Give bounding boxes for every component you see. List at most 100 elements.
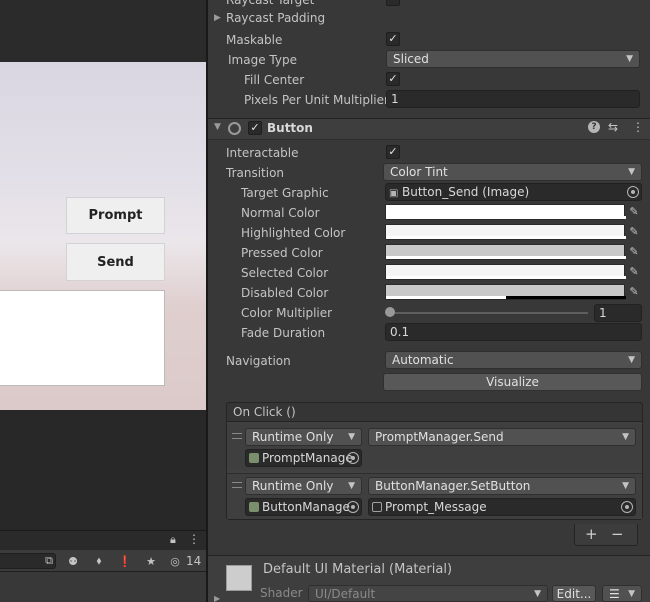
disabled-color-swatch[interactable] [385, 284, 626, 300]
event-target-field[interactable]: ButtonManage [245, 498, 362, 516]
object-picker-icon[interactable] [621, 501, 633, 513]
fade-duration-field[interactable]: 0.1 [385, 323, 642, 341]
prompt-button[interactable]: Prompt [66, 197, 165, 234]
event-mode-dropdown[interactable]: Runtime Only ▼ [245, 428, 362, 446]
selected-color-swatch[interactable] [385, 264, 626, 280]
event-mode-dropdown[interactable]: Runtime Only ▼ [245, 477, 362, 495]
normal-color-swatch[interactable] [385, 204, 626, 220]
eyedropper-icon[interactable]: ✎ [626, 224, 642, 240]
drag-handle-icon[interactable] [232, 482, 242, 488]
transition-dropdown[interactable]: Color Tint ▼ [383, 163, 642, 181]
color-multiplier-slider-thumb[interactable] [385, 307, 395, 317]
interactable-checkbox[interactable]: ✓ [386, 145, 400, 159]
shader-label: Shader [260, 586, 303, 600]
target-graphic-field[interactable]: ▣ Button_Send (Image) [385, 183, 642, 201]
edit-shader-button[interactable]: Edit... [552, 585, 596, 602]
normal-color-label: Normal Color [241, 206, 320, 220]
event-function-value: ButtonManager.SetButton [375, 479, 531, 493]
button-component-icon [228, 122, 241, 135]
scene-background-top [0, 0, 206, 62]
expand-arrow-icon[interactable]: ▶ [214, 10, 221, 26]
visualize-button[interactable]: Visualize [383, 373, 642, 391]
message-text-area[interactable] [0, 290, 165, 386]
hierarchy-icon[interactable]: ⚉ [64, 553, 82, 569]
raycast-padding-label[interactable]: Raycast Padding [226, 10, 325, 26]
object-picker-icon[interactable] [347, 501, 359, 513]
hidden-count: 14 [186, 554, 202, 568]
image-icon: ▣ [389, 188, 399, 199]
dropdown-arrow-icon: ▼ [348, 432, 355, 442]
send-button[interactable]: Send [66, 243, 165, 281]
component-title: Button [267, 121, 313, 135]
inspector-panel: Raycast Target ▶ Raycast Padding Maskabl… [208, 0, 650, 602]
component-menu-icon[interactable]: ⋮ [632, 120, 644, 134]
event-target-value: ButtonManage [262, 500, 350, 514]
dropdown-arrow-icon: ▼ [628, 355, 635, 365]
star-icon[interactable]: ★ [142, 553, 160, 569]
add-event-button[interactable]: + [585, 525, 598, 543]
alpha-bar [386, 236, 626, 239]
raycast-target-label: Raycast Target [226, 0, 315, 7]
eyedropper-icon[interactable]: ✎ [626, 264, 642, 280]
material-header[interactable]: ▶ Default UI Material (Material) Shader … [208, 555, 650, 602]
material-preview-thumbnail [226, 565, 252, 591]
lock-icon[interactable]: 🔒︎ [170, 533, 176, 547]
raycast-target-checkbox[interactable] [386, 0, 400, 6]
pressed-color-label: Pressed Color [241, 246, 323, 260]
preset-icon[interactable]: ⇆ [608, 120, 618, 134]
more-options-icon[interactable]: ⋮ [188, 532, 200, 546]
button-enabled-checkbox[interactable]: ✓ [248, 121, 262, 135]
highlighted-color-label: Highlighted Color [241, 226, 346, 240]
shader-dropdown[interactable]: UI/Default ▼ [308, 585, 548, 602]
dropdown-arrow-icon: ▼ [628, 167, 635, 177]
dropdown-arrow-icon: ▼ [628, 589, 635, 599]
highlighted-color-swatch[interactable] [385, 224, 626, 240]
fill-center-label: Fill Center [244, 73, 305, 87]
collapse-arrow-icon[interactable]: ▼ [214, 122, 221, 132]
ppu-multiplier-field[interactable]: 1 [386, 90, 640, 108]
target-graphic-value: Button_Send (Image) [402, 185, 530, 199]
eyedropper-icon[interactable]: ✎ [626, 284, 642, 300]
object-picker-icon[interactable] [347, 452, 359, 464]
expand-arrow-icon[interactable]: ▶ [214, 594, 220, 602]
event-argument-field[interactable]: Prompt_Message [368, 498, 636, 516]
on-click-header: On Click () [226, 402, 643, 422]
dropdown-arrow-icon: ▼ [626, 54, 633, 64]
shader-value: UI/Default [315, 587, 376, 601]
remove-event-button[interactable]: − [611, 525, 624, 543]
color-multiplier-field[interactable]: 1 [594, 304, 642, 322]
image-type-label: Image Type [228, 53, 297, 67]
event-function-dropdown[interactable]: PromptManager.Send ▼ [368, 428, 636, 446]
error-icon[interactable]: ❗ [116, 553, 134, 569]
hidden-eye-icon[interactable]: ◎ [166, 553, 184, 569]
help-icon[interactable]: ? [588, 121, 600, 133]
object-picker-icon[interactable] [627, 186, 639, 198]
eyedropper-icon[interactable]: ✎ [626, 204, 642, 220]
shader-options-dropdown[interactable]: ☰ ▼ [602, 585, 642, 602]
button-component-header[interactable]: ▼ ✓ Button ? ⇆ ⋮ [208, 118, 650, 140]
fade-duration-label: Fade Duration [241, 326, 326, 340]
fill-center-checkbox[interactable]: ✓ [386, 72, 400, 86]
disabled-color-label: Disabled Color [241, 286, 329, 300]
dropdown-arrow-icon: ▼ [622, 432, 629, 442]
maskable-label: Maskable [226, 33, 283, 47]
alpha-bar [386, 256, 626, 259]
search-options-icon[interactable]: ⧉ [40, 553, 58, 569]
drag-handle-icon[interactable] [232, 433, 242, 439]
navigation-dropdown[interactable]: Automatic ▼ [385, 351, 642, 369]
image-type-dropdown[interactable]: Sliced ▼ [386, 50, 640, 68]
color-multiplier-label: Color Multiplier [241, 306, 333, 320]
alpha-bar [386, 216, 626, 219]
event-function-dropdown[interactable]: ButtonManager.SetButton ▼ [368, 477, 636, 495]
maskable-checkbox[interactable]: ✓ [386, 32, 400, 46]
event-target-field[interactable]: PromptManage [245, 449, 362, 467]
on-click-label: On Click () [233, 405, 296, 419]
event-mode-value: Runtime Only [252, 479, 334, 493]
color-multiplier-slider-track[interactable] [390, 312, 588, 314]
transition-value: Color Tint [390, 165, 448, 179]
eyedropper-icon[interactable]: ✎ [626, 244, 642, 260]
transition-label: Transition [226, 166, 285, 180]
pressed-color-swatch[interactable] [385, 244, 626, 260]
material-title: Default UI Material (Material) [263, 562, 453, 577]
tag-icon[interactable]: ⬧ [90, 553, 108, 569]
